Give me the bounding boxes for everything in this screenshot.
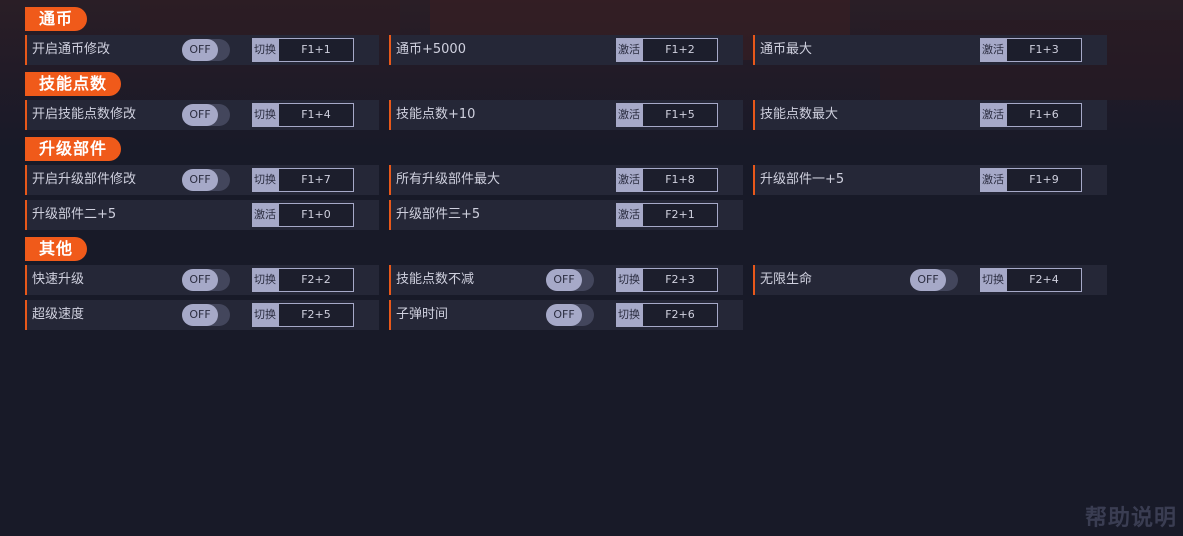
action-button[interactable]: 切换: [252, 103, 278, 127]
cheat-label: 快速升级: [32, 272, 85, 287]
cheat-label: 通币+5000: [396, 42, 466, 57]
toggle-switch[interactable]: OFF: [910, 269, 958, 291]
action-button[interactable]: 切换: [252, 38, 278, 62]
toggle-switch[interactable]: OFF: [182, 104, 230, 126]
hotkey-field[interactable]: F2+6: [642, 303, 718, 327]
toggle-state: OFF: [182, 169, 218, 191]
toggle-switch[interactable]: OFF: [182, 39, 230, 61]
cheat-label: 通币最大: [760, 42, 813, 57]
cheat-label: 超级速度: [32, 307, 85, 322]
section-title-coins: 通币: [25, 7, 88, 31]
hotkey-field[interactable]: F1+6: [1006, 103, 1082, 127]
cheat-label: 所有升级部件最大: [396, 172, 501, 187]
action-button[interactable]: 激活: [980, 168, 1006, 192]
toggle-state: OFF: [182, 104, 218, 126]
hotkey-field[interactable]: F1+1: [278, 38, 354, 62]
toggle-switch[interactable]: OFF: [182, 269, 230, 291]
action-button[interactable]: 切换: [252, 303, 278, 327]
hotkey-field[interactable]: F1+0: [278, 203, 354, 227]
hotkey-field[interactable]: F1+9: [1006, 168, 1082, 192]
hotkey-field[interactable]: F2+1: [642, 203, 718, 227]
hotkey-field[interactable]: F2+5: [278, 303, 354, 327]
toggle-state: OFF: [546, 269, 582, 291]
cheat-row-skill-points-10: 技能点数+10 激活 F1+5: [389, 100, 743, 130]
action-button[interactable]: 切换: [252, 168, 278, 192]
action-button[interactable]: 激活: [980, 38, 1006, 62]
cheat-row-coins-max: 通币最大 激活 F1+3: [753, 35, 1107, 65]
cheat-label: 开启通币修改: [32, 42, 111, 57]
toggle-switch[interactable]: OFF: [546, 269, 594, 291]
cheat-row-enable-coins: 开启通币修改 OFF 切换 F1+1: [25, 35, 379, 65]
hotkey-field[interactable]: F2+3: [642, 268, 718, 292]
cheat-label: 升级部件三+5: [396, 207, 481, 222]
cheat-label: 子弹时间: [396, 307, 449, 322]
hotkey-field[interactable]: F1+5: [642, 103, 718, 127]
cheat-row-upgrade-part-1: 升级部件一+5 激活 F1+9: [753, 165, 1107, 195]
cheat-row-bullet-time: 子弹时间 OFF 切换 F2+6: [389, 300, 743, 330]
cheat-label: 技能点数+10: [396, 107, 476, 122]
hotkey-field[interactable]: F1+7: [278, 168, 354, 192]
cheat-row-upgrade-part-3: 升级部件三+5 激活 F2+1: [389, 200, 743, 230]
cheat-label: 无限生命: [760, 272, 813, 287]
hotkey-field[interactable]: F1+8: [642, 168, 718, 192]
action-button[interactable]: 激活: [616, 38, 642, 62]
action-button[interactable]: 激活: [252, 203, 278, 227]
cheat-row-enable-skill-points: 开启技能点数修改 OFF 切换 F1+4: [25, 100, 379, 130]
toggle-state: OFF: [182, 269, 218, 291]
hotkey-field[interactable]: F1+4: [278, 103, 354, 127]
cheat-label: 升级部件一+5: [760, 172, 845, 187]
cheat-row-super-speed: 超级速度 OFF 切换 F2+5: [25, 300, 379, 330]
cheat-row-upgrade-part-2: 升级部件二+5 激活 F1+0: [25, 200, 379, 230]
cheat-row-coins-5000: 通币+5000 激活 F1+2: [389, 35, 743, 65]
hotkey-field[interactable]: F1+3: [1006, 38, 1082, 62]
toggle-state: OFF: [182, 39, 218, 61]
section-title-skill-points: 技能点数: [25, 72, 122, 96]
cheat-row-fast-level: 快速升级 OFF 切换 F2+2: [25, 265, 379, 295]
toggle-switch[interactable]: OFF: [182, 169, 230, 191]
toggle-state: OFF: [182, 304, 218, 326]
help-link[interactable]: 帮助说明: [1085, 500, 1177, 532]
action-button[interactable]: 切换: [616, 268, 642, 292]
toggle-state: OFF: [910, 269, 946, 291]
action-button[interactable]: 切换: [252, 268, 278, 292]
toggle-switch[interactable]: OFF: [546, 304, 594, 326]
cheat-row-skill-points-no-decrease: 技能点数不减 OFF 切换 F2+3: [389, 265, 743, 295]
background-art: [140, 0, 400, 40]
cheat-row-skill-points-max: 技能点数最大 激活 F1+6: [753, 100, 1107, 130]
cheat-label: 开启升级部件修改: [32, 172, 137, 187]
toggle-switch[interactable]: OFF: [182, 304, 230, 326]
cheat-row-all-upgrade-parts-max: 所有升级部件最大 激活 F1+8: [389, 165, 743, 195]
hotkey-field[interactable]: F1+2: [642, 38, 718, 62]
hotkey-field[interactable]: F2+4: [1006, 268, 1082, 292]
cheat-label: 开启技能点数修改: [32, 107, 137, 122]
action-button[interactable]: 激活: [616, 168, 642, 192]
toggle-state: OFF: [546, 304, 582, 326]
cheat-row-infinite-life: 无限生命 OFF 切换 F2+4: [753, 265, 1107, 295]
cheat-row-enable-upgrade-parts: 开启升级部件修改 OFF 切换 F1+7: [25, 165, 379, 195]
section-title-upgrade-parts: 升级部件: [25, 137, 122, 161]
cheat-label: 技能点数不减: [396, 272, 475, 287]
cheat-label: 升级部件二+5: [32, 207, 117, 222]
action-button[interactable]: 激活: [980, 103, 1006, 127]
cheat-label: 技能点数最大: [760, 107, 839, 122]
section-title-other: 其他: [25, 237, 88, 261]
action-button[interactable]: 激活: [616, 203, 642, 227]
hotkey-field[interactable]: F2+2: [278, 268, 354, 292]
action-button[interactable]: 切换: [616, 303, 642, 327]
action-button[interactable]: 激活: [616, 103, 642, 127]
action-button[interactable]: 切换: [980, 268, 1006, 292]
